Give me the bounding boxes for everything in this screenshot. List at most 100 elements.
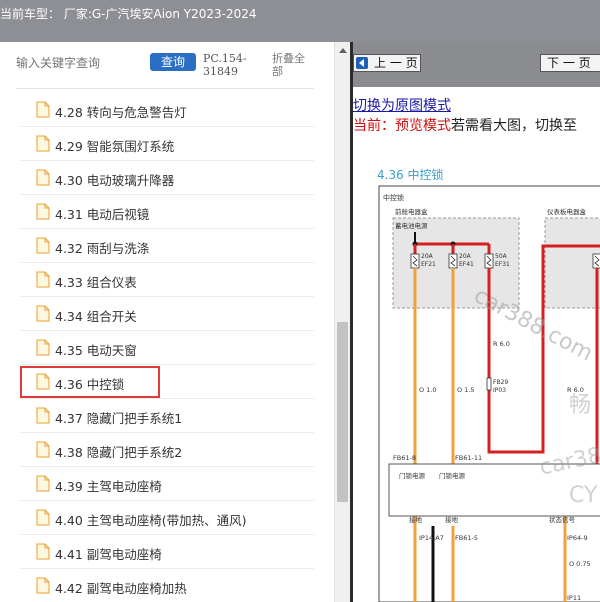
vehicle-model-title: 当前车型： 厂家:G-广汽埃安Aion Y2023-2024 — [0, 7, 257, 21]
document-code: PC.154-31849 — [203, 52, 247, 78]
tree-item[interactable]: 4.42 副驾电动座椅加热 — [20, 569, 314, 602]
tree-item-label: 4.37 隐藏门把手系统1 — [55, 411, 183, 426]
connector-label: IP11 — [567, 594, 581, 602]
document-icon — [36, 101, 50, 118]
tree-item[interactable]: 4.33 组合仪表 — [20, 263, 314, 297]
fuse-ef21: 20A EF21 — [410, 253, 436, 269]
wire-label: O 0.75 — [569, 560, 591, 568]
connector-label: FB61-11 — [455, 454, 482, 462]
module-label: 状态信号 — [549, 515, 576, 524]
diagram-heading: 中控锁 — [383, 193, 404, 202]
tree-item-label: 4.32 雨刮与洗涤 — [55, 241, 150, 256]
document-icon — [36, 135, 50, 152]
preview-mode-label: 预览模式 — [395, 118, 451, 134]
next-page-button[interactable]: 下 一 页 — [540, 54, 600, 72]
arrow-left-icon — [356, 57, 368, 69]
svg-text:EF41: EF41 — [459, 261, 474, 268]
tree-item[interactable]: 4.30 电动玻璃升降器 — [20, 161, 314, 195]
tree-item-label: 4.28 转向与危急警告灯 — [55, 105, 187, 120]
connector-label: IP64-9 — [567, 534, 588, 542]
svg-text:50A: 50A — [495, 253, 508, 260]
tree-item[interactable]: 4.36 中控锁 — [20, 365, 314, 399]
module-label: 门锁电源 — [399, 471, 426, 480]
preview-mode-notice: 当前：预览模式若需看大图，切换至 — [353, 115, 577, 135]
wiring-diagram: 中控锁 前舱电器盒 蓄电池电源 仪表板电器盒 20A EF21 20A EF41… — [378, 185, 600, 602]
document-icon — [36, 475, 50, 492]
tree-item-label: 4.40 主驾电动座椅(带加热、通风) — [55, 513, 247, 528]
switch-original-mode-link[interactable]: 切换为原图模式 — [353, 95, 451, 115]
tree-item[interactable]: 4.40 主驾电动座椅(带加热、通风) — [20, 501, 314, 535]
top-header-bar: 当前车型： 厂家:G-广汽埃安Aion Y2023-2024 — [0, 0, 600, 42]
tree-item-label: 4.34 组合开关 — [55, 309, 137, 324]
tree-item[interactable]: 4.28 转向与危急警告灯 — [20, 93, 314, 127]
document-icon — [36, 373, 50, 390]
page-navbar: 上 一 页 下 一 页 — [353, 42, 600, 87]
connector-label: IP03 — [493, 387, 506, 394]
preview-current-label: 当前： — [353, 118, 395, 134]
prev-page-button[interactable]: 上 一 页 — [353, 54, 421, 72]
wire-label: R 6.0 — [493, 340, 510, 348]
document-icon — [36, 203, 50, 220]
connector-label: FB29 — [493, 379, 508, 386]
left-scrollbar[interactable] — [334, 42, 350, 602]
ip-fuse-box — [544, 217, 600, 309]
tree-item[interactable]: 4.35 电动天窗 — [20, 331, 314, 365]
fuse-ef41: 20A EF41 — [448, 253, 474, 269]
connector-label: FB61-8 — [393, 454, 416, 462]
document-icon — [36, 169, 50, 186]
search-button[interactable]: 查询 — [150, 53, 196, 71]
left-navigation-panel: 查询 PC.154-31849 折叠全部 4.28 转向与危急警告灯 4.29 智… — [0, 42, 338, 602]
watermark: CY — [569, 483, 598, 508]
wire-label: O 1.0 — [419, 386, 437, 394]
collapse-all-button[interactable]: 折叠全部 — [272, 52, 314, 78]
prev-page-label: 上 一 页 — [374, 56, 418, 70]
tree-item-label: 4.35 电动天窗 — [55, 343, 137, 358]
document-icon — [36, 339, 50, 356]
wire-label: O 1.5 — [457, 386, 475, 394]
document-icon — [36, 407, 50, 424]
document-icon — [36, 237, 50, 254]
tree-item[interactable]: 4.38 隐藏门把手系统2 — [20, 433, 314, 467]
tree-item[interactable]: 4.29 智能氛围灯系统 — [20, 127, 314, 161]
fuse-right — [592, 253, 600, 269]
battery-label: 蓄电池电源 — [395, 221, 428, 230]
tree-item-label: 4.33 组合仪表 — [55, 275, 137, 290]
module-label: 接地 — [409, 515, 423, 524]
tree-item[interactable]: 4.32 雨刮与洗涤 — [20, 229, 314, 263]
wiring-diagram-area: 4.36 中控锁 中控锁 前舱电器盒 蓄电池电源 仪表板电器盒 20A EF21… — [353, 142, 600, 602]
scrollbar-thumb[interactable] — [337, 322, 348, 502]
tree-item-label: 4.38 隐藏门把手系统2 — [55, 445, 183, 460]
tree-item[interactable]: 4.41 副驾电动座椅 — [20, 535, 314, 569]
preview-hint: 若需看大图，切换至 — [451, 118, 577, 134]
tree-item-label: 4.36 中控锁 — [55, 377, 125, 392]
search-input[interactable] — [16, 54, 146, 72]
document-icon — [36, 271, 50, 288]
chapter-tree: 4.28 转向与危急警告灯 4.29 智能氛围灯系统 4.30 电动玻璃升降器 4.3… — [20, 93, 314, 602]
tree-item-label: 4.42 副驾电动座椅加热 — [55, 581, 187, 596]
inline-connector — [486, 377, 492, 391]
tree-item[interactable]: 4.39 主驾电动座椅 — [20, 467, 314, 501]
svg-text:20A: 20A — [421, 253, 434, 260]
tree-item[interactable]: 4.31 电动后视镜 — [20, 195, 314, 229]
front-box-label: 前舱电器盒 — [395, 207, 428, 216]
document-viewer: 上 一 页 下 一 页 切换为原图模式 当前：预览模式若需看大图，切换至 4.3… — [353, 42, 600, 602]
svg-text:20A: 20A — [459, 253, 472, 260]
document-icon — [36, 441, 50, 458]
tree-item-label: 4.39 主驾电动座椅 — [55, 479, 162, 494]
document-icon — [36, 305, 50, 322]
scroll-up-arrow-icon[interactable] — [339, 48, 347, 53]
tree-item[interactable]: 4.37 隐藏门把手系统1 — [20, 399, 314, 433]
next-page-label: 下 一 页 — [547, 56, 591, 70]
connector-label: FB61-5 — [455, 534, 478, 542]
svg-text:EF21: EF21 — [421, 261, 436, 268]
document-icon — [36, 543, 50, 560]
connector-label: IP14-A7 — [419, 534, 444, 542]
tree-item-label: 4.29 智能氛围灯系统 — [55, 139, 175, 154]
fuse-ef31: 50A EF31 — [484, 253, 510, 269]
panel-divider — [16, 88, 314, 89]
tree-item-label: 4.30 电动玻璃升降器 — [55, 173, 175, 188]
svg-text:EF31: EF31 — [495, 261, 510, 268]
module-label: 门锁电源 — [439, 471, 466, 480]
module-label: 接地 — [445, 515, 459, 524]
tree-item[interactable]: 4.34 组合开关 — [20, 297, 314, 331]
